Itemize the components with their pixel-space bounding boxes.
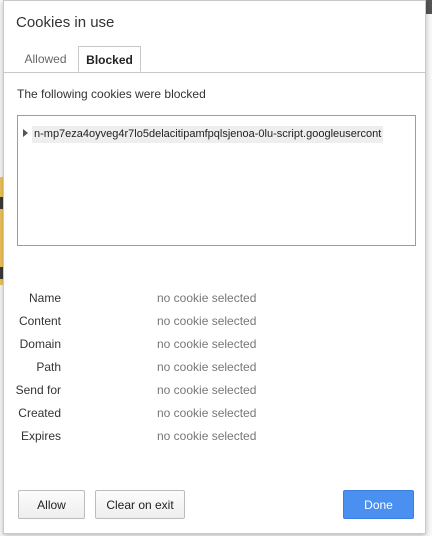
cookie-tree[interactable]: n-mp7eza4oyveg4r7lo5delacitipamfpqlsjeno… <box>17 115 416 246</box>
detail-row-name: Name no cookie selected <box>4 291 425 307</box>
clear-on-exit-button[interactable]: Clear on exit <box>95 490 185 519</box>
detail-label: Name <box>28 291 61 305</box>
detail-row-domain: Domain no cookie selected <box>4 337 425 353</box>
detail-row-send-for: Send for no cookie selected <box>4 383 425 399</box>
tab-allowed[interactable]: Allowed <box>14 46 77 72</box>
done-button[interactable]: Done <box>343 490 414 519</box>
detail-value: no cookie selected <box>157 429 257 443</box>
detail-label: Domain <box>19 337 61 351</box>
detail-label: Expires <box>20 429 61 443</box>
detail-value: no cookie selected <box>157 337 257 351</box>
detail-row-path: Path no cookie selected <box>4 360 425 376</box>
tree-item[interactable]: n-mp7eza4oyveg4r7lo5delacitipamfpqlsjeno… <box>18 126 415 144</box>
tab-blocked[interactable]: Blocked <box>78 46 141 72</box>
cookies-dialog: Cookies in use Allowed Blocked The follo… <box>3 0 426 534</box>
detail-value: no cookie selected <box>157 406 257 420</box>
detail-label: Created <box>18 406 61 420</box>
detail-value: no cookie selected <box>157 291 257 305</box>
detail-value: no cookie selected <box>157 314 257 328</box>
detail-row-created: Created no cookie selected <box>4 406 425 422</box>
detail-label: Send for <box>15 383 61 397</box>
dialog-title: Cookies in use <box>16 14 115 31</box>
allow-button[interactable]: Allow <box>18 490 85 519</box>
tree-item-label[interactable]: n-mp7eza4oyveg4r7lo5delacitipamfpqlsjeno… <box>32 126 384 143</box>
detail-row-expires: Expires no cookie selected <box>4 429 425 445</box>
detail-label: Path <box>36 360 61 374</box>
expand-arrow-icon[interactable] <box>23 129 28 137</box>
tab-divider <box>4 72 425 73</box>
detail-value: no cookie selected <box>157 360 257 374</box>
detail-row-content: Content no cookie selected <box>4 314 425 330</box>
blocked-cookies-heading: The following cookies were blocked <box>17 87 206 101</box>
detail-label: Content <box>18 314 61 328</box>
detail-value: no cookie selected <box>157 383 257 397</box>
